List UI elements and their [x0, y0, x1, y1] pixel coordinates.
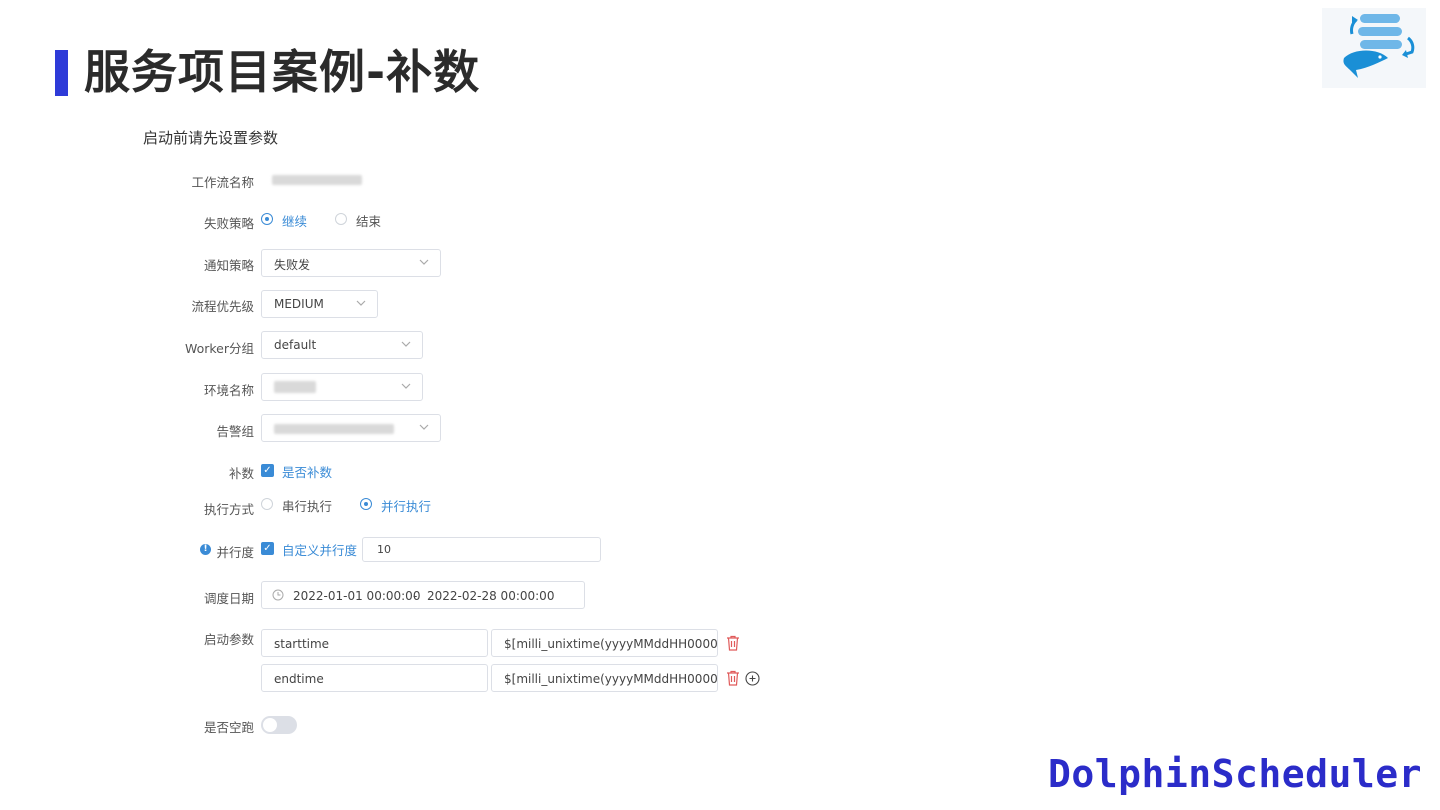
parallelism-input[interactable]: 10: [362, 537, 601, 562]
priority-value: MEDIUM: [274, 297, 324, 311]
failure-end-radio[interactable]: [335, 213, 347, 225]
run-mode-serial-radio[interactable]: [261, 498, 273, 510]
notify-strategy-select[interactable]: 失败发: [261, 249, 441, 277]
worker-group-value: default: [274, 338, 317, 352]
alert-group-label: 告警组: [216, 424, 254, 439]
notify-strategy-value: 失败发: [274, 258, 311, 272]
worker-group-label: Worker分组: [184, 341, 254, 356]
complement-checkbox[interactable]: ✓: [261, 464, 274, 477]
param-key-input[interactable]: starttime: [261, 629, 488, 657]
param-value-value: $[milli_unixtime(yyyyMMddHH0000-1/: [504, 637, 718, 651]
environment-label: 环境名称: [203, 383, 254, 398]
form-heading: 启动前请先设置参数: [143, 129, 279, 147]
failure-strategy-label: 失败策略: [203, 216, 254, 231]
complement-checkbox-label[interactable]: 是否补数: [282, 462, 332, 481]
failure-end-label[interactable]: 结束: [356, 211, 381, 230]
param-value-input[interactable]: $[milli_unixtime(yyyyMMddHH0000)]: [491, 664, 718, 692]
workflow-name-label: 工作流名称: [191, 175, 254, 190]
param-key-value: starttime: [274, 637, 330, 651]
priority-label: 流程优先级: [191, 299, 254, 314]
parallelism-value: 10: [377, 543, 391, 556]
worker-group-select[interactable]: default: [261, 331, 423, 359]
priority-select[interactable]: MEDIUM: [261, 290, 378, 318]
chevron-down-icon: [419, 259, 429, 265]
chevron-down-icon: [401, 341, 411, 347]
dolphinscheduler-logo-icon: [1322, 8, 1426, 88]
parallelism-checkbox[interactable]: ✓: [261, 542, 274, 555]
parallelism-label: 并行度: [216, 545, 254, 560]
chevron-down-icon: [401, 383, 411, 389]
param-key-input[interactable]: endtime: [261, 664, 488, 692]
run-mode-serial-label[interactable]: 串行执行: [282, 496, 332, 515]
param-key-value: endtime: [274, 672, 324, 686]
title-accent-bar: [55, 50, 68, 96]
chevron-down-icon: [419, 424, 429, 430]
trash-icon[interactable]: [726, 670, 740, 686]
schedule-start-value: 2022-01-01 00:00:00: [293, 589, 421, 603]
run-mode-label: 执行方式: [203, 502, 254, 517]
slide-title: 服务项目案例-补数: [84, 45, 481, 99]
add-circle-icon[interactable]: [745, 671, 760, 686]
environment-value-redacted: [274, 381, 316, 393]
clock-icon: [272, 589, 284, 601]
param-value-value: $[milli_unixtime(yyyyMMddHH0000)]: [504, 672, 718, 686]
run-mode-parallel-radio[interactable]: [360, 498, 372, 510]
trash-icon[interactable]: [726, 635, 740, 651]
parallelism-checkbox-label[interactable]: 自定义并行度: [282, 540, 357, 559]
run-mode-parallel-label[interactable]: 并行执行: [381, 496, 431, 515]
notify-strategy-label: 通知策略: [203, 258, 254, 273]
startup-params-label: 启动参数: [203, 632, 254, 647]
failure-continue-label[interactable]: 继续: [282, 211, 307, 230]
dry-run-label: 是否空跑: [203, 720, 254, 735]
chevron-down-icon: [356, 300, 366, 306]
dry-run-switch[interactable]: [261, 716, 297, 734]
schedule-range-separator: -: [413, 589, 418, 603]
param-value-input[interactable]: $[milli_unixtime(yyyyMMddHH0000-1/: [491, 629, 718, 657]
workflow-name-value-redacted: [272, 175, 362, 185]
schedule-end-value: 2022-02-28 00:00:00: [427, 589, 555, 603]
alert-group-select[interactable]: [261, 414, 441, 442]
environment-select[interactable]: [261, 373, 423, 401]
brand-wordmark: DolphinScheduler: [1048, 752, 1423, 796]
schedule-date-label: 调度日期: [203, 591, 254, 606]
switch-knob: [263, 718, 277, 732]
complement-label: 补数: [228, 466, 254, 481]
schedule-date-range-picker[interactable]: 2022-01-01 00:00:00 - 2022-02-28 00:00:0…: [261, 581, 585, 609]
failure-continue-radio[interactable]: [261, 213, 273, 225]
alert-group-value-redacted: [274, 424, 394, 434]
